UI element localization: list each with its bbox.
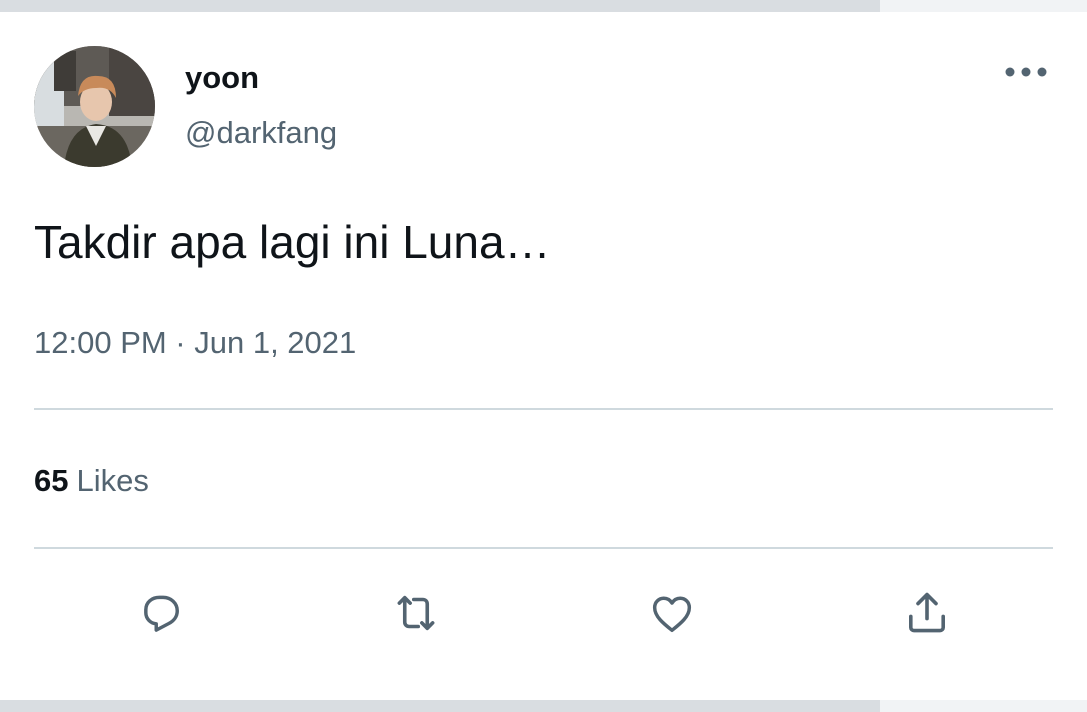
tweet-timestamp[interactable]: 12:00 PM · Jun 1, 2021 [34, 324, 356, 362]
divider [34, 408, 1053, 410]
next-card-edge [0, 700, 880, 712]
divider [34, 547, 1053, 549]
tweet-card: yoon @darkfang Takdir apa lagi ini Luna…… [0, 12, 1087, 700]
reply-icon [144, 595, 179, 632]
reply-button[interactable] [134, 586, 188, 640]
avatar[interactable] [34, 46, 155, 167]
like-button[interactable] [645, 586, 699, 640]
likes-label: Likes [76, 463, 149, 498]
user-handle[interactable]: @darkfang [185, 115, 337, 151]
previous-card-edge [0, 0, 880, 12]
share-button[interactable] [900, 586, 954, 640]
retweet-icon [397, 595, 435, 631]
display-name[interactable]: yoon [185, 60, 259, 96]
more-options-button[interactable] [1000, 56, 1052, 88]
heart-icon [652, 596, 692, 633]
share-icon [909, 592, 945, 633]
more-horizontal-icon [1005, 67, 1047, 77]
tweet-text: Takdir apa lagi ini Luna… [34, 216, 551, 268]
retweet-button[interactable] [389, 586, 443, 640]
likes-count: 65 [34, 463, 69, 498]
profile-photo-icon [34, 46, 155, 167]
likes-stat[interactable]: 65 Likes [34, 462, 149, 500]
